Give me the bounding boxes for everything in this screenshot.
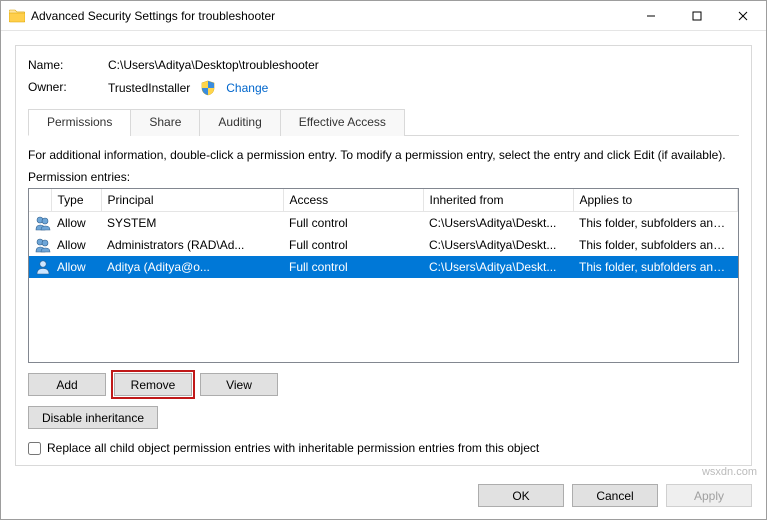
- header-icon[interactable]: [29, 189, 51, 212]
- apply-button[interactable]: Apply: [666, 484, 752, 507]
- change-owner-link[interactable]: Change: [226, 81, 268, 95]
- owner-label: Owner:: [28, 80, 108, 96]
- header-inherited[interactable]: Inherited from: [423, 189, 573, 212]
- row-access: Full control: [283, 256, 423, 278]
- row-type: Allow: [51, 256, 101, 278]
- name-value: C:\Users\Aditya\Desktop\troubleshooter: [108, 58, 739, 72]
- row-access: Full control: [283, 212, 423, 235]
- row-icon-cell: [29, 256, 51, 278]
- entry-buttons: Add Remove View: [28, 373, 739, 396]
- window: Advanced Security Settings for troublesh…: [0, 0, 767, 520]
- user-icon: [35, 259, 51, 275]
- replace-children-checkbox[interactable]: [28, 442, 41, 455]
- remove-button[interactable]: Remove: [114, 373, 192, 396]
- content-area: Name: C:\Users\Aditya\Desktop\troublesho…: [1, 31, 766, 476]
- row-inherited: C:\Users\Aditya\Deskt...: [423, 256, 573, 278]
- row-inherited: C:\Users\Aditya\Deskt...: [423, 234, 573, 256]
- row-access: Full control: [283, 234, 423, 256]
- replace-children-row: Replace all child object permission entr…: [28, 441, 739, 455]
- table-row[interactable]: AllowAdministrators (RAD\Ad...Full contr…: [29, 234, 738, 256]
- tab-strip: Permissions Share Auditing Effective Acc…: [28, 108, 739, 136]
- shield-icon: [200, 80, 216, 96]
- tab-permissions[interactable]: Permissions: [28, 109, 131, 136]
- header-principal[interactable]: Principal: [101, 189, 283, 212]
- minimize-button[interactable]: [628, 1, 674, 31]
- row-principal: Administrators (RAD\Ad...: [101, 234, 283, 256]
- row-principal: Aditya (Aditya@o...: [101, 256, 283, 278]
- ok-button[interactable]: OK: [478, 484, 564, 507]
- folder-icon: [9, 8, 25, 24]
- row-principal: SYSTEM: [101, 212, 283, 235]
- replace-children-label[interactable]: Replace all child object permission entr…: [47, 441, 539, 455]
- dialog-footer: OK Cancel Apply: [1, 476, 766, 519]
- header-type[interactable]: Type: [51, 189, 101, 212]
- row-applies: This folder, subfolders and files: [573, 234, 738, 256]
- header-applies[interactable]: Applies to: [573, 189, 738, 212]
- table-row[interactable]: AllowAditya (Aditya@o...Full controlC:\U…: [29, 256, 738, 278]
- disable-inheritance-button[interactable]: Disable inheritance: [28, 406, 158, 429]
- info-text: For additional information, double-click…: [28, 148, 739, 162]
- close-button[interactable]: [720, 1, 766, 31]
- row-applies: This folder, subfolders and files: [573, 212, 738, 235]
- row-type: Allow: [51, 212, 101, 235]
- titlebar: Advanced Security Settings for troublesh…: [1, 1, 766, 31]
- row-icon-cell: [29, 234, 51, 256]
- view-button[interactable]: View: [200, 373, 278, 396]
- tab-effective-access[interactable]: Effective Access: [280, 109, 405, 136]
- owner-value: TrustedInstaller: [108, 81, 190, 95]
- row-icon-cell: [29, 212, 51, 235]
- users-icon: [35, 215, 51, 231]
- add-button[interactable]: Add: [28, 373, 106, 396]
- permission-entries-label: Permission entries:: [28, 170, 739, 184]
- inner-panel: Name: C:\Users\Aditya\Desktop\troublesho…: [15, 45, 752, 466]
- name-row: Name: C:\Users\Aditya\Desktop\troublesho…: [28, 58, 739, 72]
- users-icon: [35, 237, 51, 253]
- header-access[interactable]: Access: [283, 189, 423, 212]
- table-header-row: Type Principal Access Inherited from App…: [29, 189, 738, 212]
- maximize-button[interactable]: [674, 1, 720, 31]
- row-applies: This folder, subfolders and files: [573, 256, 738, 278]
- permission-table[interactable]: Type Principal Access Inherited from App…: [28, 188, 739, 363]
- row-inherited: C:\Users\Aditya\Deskt...: [423, 212, 573, 235]
- inheritance-buttons: Disable inheritance: [28, 406, 739, 429]
- owner-row: Owner: TrustedInstaller Change: [28, 80, 739, 96]
- row-type: Allow: [51, 234, 101, 256]
- window-title: Advanced Security Settings for troublesh…: [31, 9, 275, 23]
- table-row[interactable]: AllowSYSTEMFull controlC:\Users\Aditya\D…: [29, 212, 738, 235]
- name-label: Name:: [28, 58, 108, 72]
- tab-auditing[interactable]: Auditing: [199, 109, 280, 136]
- tab-share[interactable]: Share: [130, 109, 200, 136]
- cancel-button[interactable]: Cancel: [572, 484, 658, 507]
